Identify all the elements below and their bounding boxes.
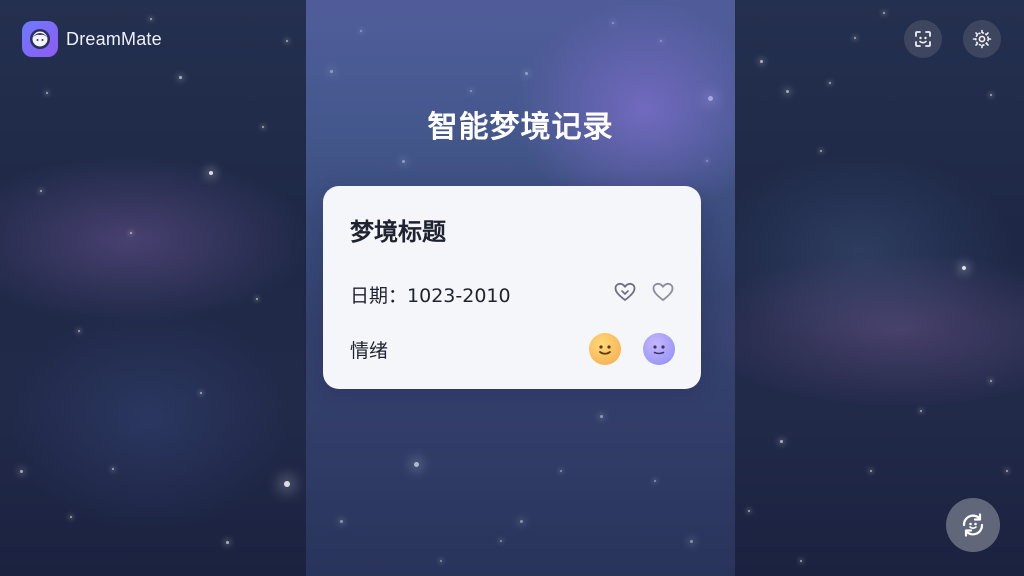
date-row: 日期：1023-2010 (350, 280, 675, 308)
date-text: 日期：1023-2010 (350, 281, 511, 308)
app-screen: DreamMate 智能梦境记录 梦境标题 日期：1023-2010 情绪 (0, 0, 1024, 576)
dream-title: 梦境标题 (350, 218, 446, 246)
star (990, 94, 992, 96)
mood-row-icons (589, 333, 675, 365)
star (284, 481, 290, 487)
star (150, 18, 152, 20)
settings-gear-icon (972, 29, 992, 49)
calm-emoji-icon[interactable] (643, 333, 675, 365)
face-scan-icon (915, 31, 931, 47)
star (800, 560, 802, 562)
star (883, 12, 885, 14)
star (112, 468, 114, 470)
face-scan-button[interactable] (904, 20, 942, 58)
star (226, 541, 229, 544)
sync-face-button[interactable] (946, 498, 1000, 552)
star (820, 150, 822, 152)
heart-icon[interactable] (651, 281, 675, 307)
date-label: 日期： (350, 284, 408, 307)
star (209, 171, 213, 175)
star (40, 190, 42, 192)
dream-card[interactable]: 梦境标题 日期：1023-2010 情绪 (323, 186, 701, 389)
star (760, 60, 763, 63)
star (920, 410, 922, 412)
app-name: DreamMate (66, 28, 162, 49)
star (1006, 470, 1008, 472)
mood-row: 情绪 (350, 332, 675, 366)
sync-face-icon (962, 513, 984, 537)
star (990, 380, 992, 382)
star (20, 470, 23, 473)
star (870, 470, 872, 472)
app-logo-icon (22, 21, 58, 57)
mood-label: 情绪 (350, 339, 389, 362)
star (748, 510, 750, 512)
star (179, 76, 182, 79)
star (130, 232, 132, 234)
star (78, 330, 80, 332)
date-row-icons (613, 281, 675, 307)
date-value: 1023-2010 (407, 284, 511, 307)
panel-title: 智能梦境记录 (427, 110, 614, 145)
star (286, 40, 288, 42)
star (829, 82, 831, 84)
heart-icon[interactable] (613, 281, 637, 307)
happy-emoji-icon[interactable] (589, 333, 621, 365)
star (854, 37, 856, 39)
settings-button[interactable] (963, 20, 1001, 58)
star (262, 126, 264, 128)
star (786, 90, 789, 93)
star (200, 392, 202, 394)
star (46, 92, 48, 94)
star (962, 266, 966, 270)
star (70, 516, 72, 518)
brand[interactable]: DreamMate (22, 21, 162, 57)
star (256, 298, 258, 300)
star (780, 440, 783, 443)
